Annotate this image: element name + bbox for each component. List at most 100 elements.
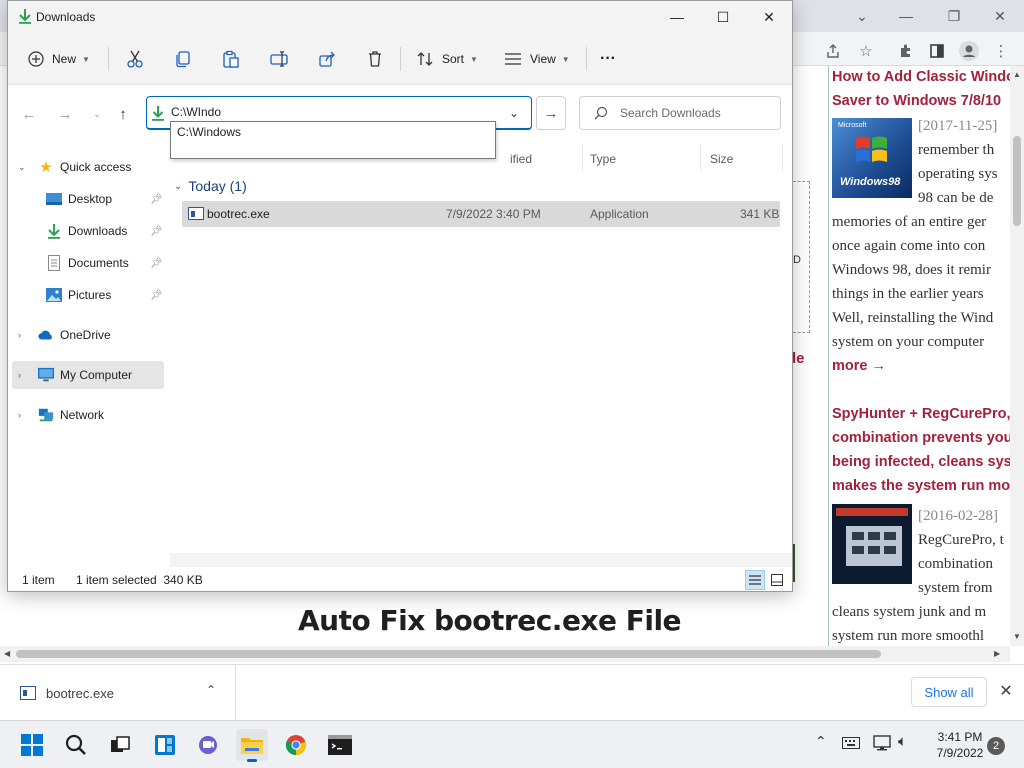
nav-item-documents[interactable]: Documents 📌︎ xyxy=(8,249,166,277)
article-thumbnail[interactable] xyxy=(832,504,912,584)
sort-button[interactable]: Sort ▼ xyxy=(416,47,478,71)
chevron-right-icon[interactable]: › xyxy=(18,410,21,420)
scrollbar-thumb[interactable] xyxy=(16,650,881,658)
scroll-up-arrow-icon[interactable]: ▲ xyxy=(1013,70,1021,79)
article-title[interactable]: How to Add Classic Windo xyxy=(829,66,1010,89)
autocomplete-suggestion[interactable]: C:\Windows xyxy=(177,125,241,139)
nav-item-pictures[interactable]: Pictures 📌︎ xyxy=(8,281,166,309)
recent-locations-chevron-icon[interactable]: ⌄ xyxy=(86,103,108,125)
browser-menu-icon[interactable]: ⋮ xyxy=(990,40,1012,62)
cut-button[interactable] xyxy=(126,47,144,71)
article-date: [2016-02-28] xyxy=(918,508,998,524)
status-bar: 1 item 1 item selected 340 KB xyxy=(8,569,792,591)
article-title[interactable]: Saver to Windows 7/8/10 xyxy=(829,89,1010,113)
nav-item-onedrive[interactable]: › OneDrive xyxy=(8,321,166,349)
details-view-button[interactable] xyxy=(745,570,765,590)
address-input[interactable] xyxy=(171,105,491,119)
column-header-modified[interactable]: ified xyxy=(510,147,532,171)
nav-item-my-computer[interactable]: › My Computer xyxy=(12,361,164,389)
file-name: bootrec.exe xyxy=(207,207,270,221)
volume-icon[interactable]: 🔈︎ xyxy=(898,733,907,750)
article-title[interactable]: being infected, cleans syst xyxy=(829,450,1010,474)
view-list-icon xyxy=(505,53,521,65)
paste-button[interactable] xyxy=(222,47,240,71)
rename-button[interactable] xyxy=(270,47,288,71)
share-button[interactable] xyxy=(318,47,336,71)
task-view-button[interactable] xyxy=(104,729,136,761)
chrome-taskbar-button[interactable] xyxy=(280,729,312,761)
nav-item-desktop[interactable]: Desktop 📌︎ xyxy=(8,185,166,213)
selection-info: 1 item selected 340 KB xyxy=(76,573,203,587)
extensions-icon[interactable] xyxy=(895,40,917,62)
tab-search-icon[interactable]: ⌄ xyxy=(842,4,882,28)
read-more-link[interactable]: more → xyxy=(829,354,993,378)
side-panel-icon[interactable] xyxy=(926,40,948,62)
command-bar: New ▼ Sort ▼ View ▼ ··· xyxy=(8,33,792,85)
article-title[interactable]: combination prevents you xyxy=(829,426,1010,450)
show-all-button[interactable]: Show all xyxy=(911,677,987,707)
group-header[interactable]: ⌄ Today (1) xyxy=(174,178,247,194)
chevron-right-icon[interactable]: › xyxy=(18,370,21,380)
trash-icon xyxy=(369,51,381,67)
up-arrow-icon[interactable]: ↑ xyxy=(112,103,134,125)
start-button[interactable] xyxy=(16,729,48,761)
close-icon[interactable]: ✕ xyxy=(996,681,1016,703)
terminal-taskbar-button[interactable] xyxy=(324,729,356,761)
more-options-button[interactable]: ··· xyxy=(600,47,616,71)
column-header-type[interactable]: Type xyxy=(590,147,616,171)
page-fragment-bar xyxy=(793,544,795,582)
scroll-down-arrow-icon[interactable]: ▼ xyxy=(1013,632,1021,641)
search-box[interactable] xyxy=(579,96,781,130)
nav-item-network[interactable]: › Network xyxy=(8,401,166,429)
chevron-down-icon: ▼ xyxy=(82,54,90,64)
bookmark-star-icon[interactable]: ☆ xyxy=(855,40,877,62)
notification-badge[interactable]: 2 xyxy=(987,737,1005,755)
delete-button[interactable] xyxy=(366,47,384,71)
article-title[interactable]: SpyHunter + RegCurePro, xyxy=(829,402,1010,426)
system-clock[interactable]: 3:41 PM 7/9/2022 xyxy=(928,729,992,761)
forward-arrow-icon[interactable]: → xyxy=(54,103,76,125)
copy-button[interactable] xyxy=(174,47,192,71)
download-item[interactable]: bootrec.exe ⌃ xyxy=(0,665,236,721)
teams-chat-button[interactable] xyxy=(192,729,224,761)
chevron-down-icon[interactable]: ⌄ xyxy=(174,181,182,192)
maximize-button[interactable]: ☐ xyxy=(700,1,746,33)
file-explorer-taskbar-button[interactable] xyxy=(236,729,268,762)
nav-item-quick-access[interactable]: ⌄ ★ Quick access xyxy=(8,153,166,181)
large-icons-view-button[interactable] xyxy=(767,570,787,590)
go-arrow-button[interactable]: → xyxy=(536,96,566,130)
share-icon[interactable] xyxy=(822,40,844,62)
file-row[interactable]: bootrec.exe 7/9/2022 3:40 PM Application… xyxy=(182,201,780,227)
page-horizontal-scrollbar[interactable]: ◀ ▶ xyxy=(0,646,1010,662)
browser-minimize-button[interactable]: — xyxy=(886,4,926,28)
profile-avatar[interactable] xyxy=(958,40,980,62)
close-button[interactable]: ✕ xyxy=(746,1,792,33)
page-vertical-scrollbar[interactable]: ▲ ▼ xyxy=(1010,66,1024,646)
related-articles-sidebar: How to Add Classic Windo Saver to Window… xyxy=(828,66,1010,646)
scrollbar-thumb[interactable] xyxy=(1013,136,1021,226)
search-button[interactable] xyxy=(60,729,92,761)
search-input[interactable] xyxy=(620,106,770,120)
column-header-size[interactable]: Size xyxy=(710,147,733,171)
scroll-right-arrow-icon[interactable]: ▶ xyxy=(994,649,1000,658)
view-button[interactable]: View ▼ xyxy=(504,47,570,71)
article-thumbnail[interactable]: Microsoft Windows98 xyxy=(832,118,912,198)
minimize-button[interactable]: — xyxy=(654,1,700,33)
chevron-down-icon[interactable]: ⌄ xyxy=(18,162,26,173)
chevron-up-icon[interactable]: ⌃ xyxy=(206,683,216,697)
article-title[interactable]: makes the system run mo xyxy=(829,474,1010,498)
keyboard-icon[interactable] xyxy=(842,737,860,752)
chevron-right-icon[interactable]: › xyxy=(18,330,21,340)
back-arrow-icon[interactable]: ← xyxy=(18,103,40,125)
browser-close-button[interactable]: ✕ xyxy=(980,4,1020,28)
star-icon: ★ xyxy=(39,159,53,176)
scroll-left-arrow-icon[interactable]: ◀ xyxy=(4,649,10,658)
widgets-button[interactable] xyxy=(149,729,181,761)
network-monitor-icon[interactable] xyxy=(873,735,893,754)
address-dropdown-chevron-icon[interactable]: ⌄ xyxy=(509,106,519,120)
browser-restore-button[interactable]: ❐ xyxy=(934,4,974,28)
article-2-title[interactable]: SpyHunter + RegCurePro, combination prev… xyxy=(829,402,1010,498)
nav-item-downloads[interactable]: Downloads 📌︎ xyxy=(8,217,166,245)
new-button[interactable]: New ▼ xyxy=(28,47,90,71)
show-hidden-icons-chevron-icon[interactable]: ⌃ xyxy=(815,733,827,750)
